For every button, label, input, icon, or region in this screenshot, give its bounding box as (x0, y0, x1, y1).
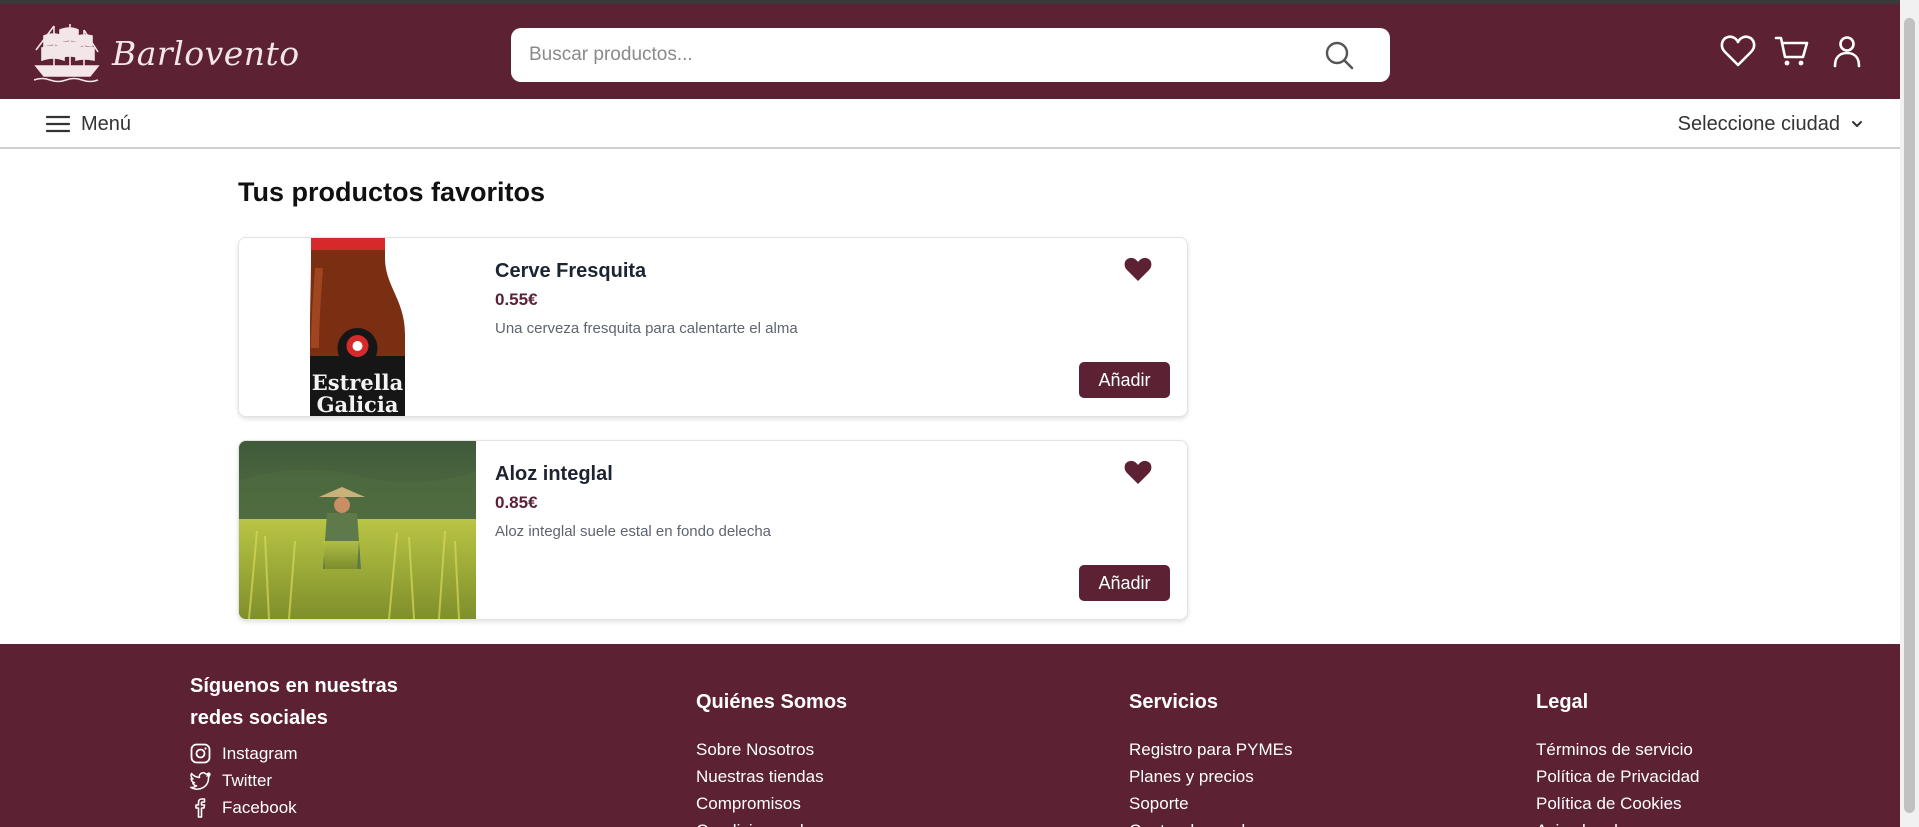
cart-icon[interactable] (1773, 32, 1811, 70)
sub-navigation: Menú Seleccione ciudad (0, 99, 1900, 149)
footer-link-privacy[interactable]: Política de Privacidad (1536, 763, 1699, 790)
footer-link-terms[interactable]: Términos de servicio (1536, 736, 1699, 763)
product-description: Aloz integlal suele estal en fondo delec… (495, 523, 772, 540)
site-header: Barlovento Buscar productos... (0, 4, 1900, 99)
product-name[interactable]: Aloz integlal (495, 463, 613, 486)
logo[interactable]: Barlovento (34, 22, 300, 84)
product-image-rice (239, 441, 476, 619)
twitter-icon (190, 772, 211, 790)
footer-link-cookies[interactable]: Política de Cookies (1536, 790, 1699, 817)
product-price: 0.85€ (495, 493, 538, 512)
user-icon[interactable] (1828, 32, 1866, 70)
city-label: Seleccione ciudad (1677, 112, 1840, 135)
facebook-label: Facebook (222, 798, 297, 817)
product-price: 0.55€ (495, 290, 538, 309)
footer-link-legal-notice[interactable]: Aviso legal (1536, 817, 1699, 827)
heart-icon[interactable] (1719, 32, 1757, 70)
instagram-label: Instagram (222, 744, 298, 763)
site-footer: Síguenos en nuestras redes sociales Inst… (0, 644, 1900, 827)
footer-link-plans[interactable]: Planes y precios (1129, 763, 1292, 790)
footer-about-column: Quiénes Somos Sobre Nosotros Nuestras ti… (696, 686, 847, 827)
page-scrollbar[interactable] (1900, 0, 1919, 827)
scrollbar-thumb[interactable] (1904, 18, 1915, 813)
hamburger-icon (46, 115, 70, 133)
product-image-beer: Estrella Galicia (239, 238, 476, 416)
footer-link-help-center[interactable]: Centro de ayuda (1129, 817, 1292, 827)
footer-social-column: Síguenos en nuestras redes sociales Inst… (190, 670, 398, 821)
beer-label-line2: Galicia (317, 392, 399, 416)
twitter-label: Twitter (222, 771, 273, 790)
ship-logo-icon (34, 24, 100, 83)
chevron-down-icon (1852, 121, 1862, 127)
social-links: Instagram Twitter Facebook (190, 740, 398, 821)
footer-link-about-us[interactable]: Sobre Nosotros (696, 736, 847, 763)
main-content: Tus productos favoritos Estrella Galicia… (0, 149, 1900, 644)
footer-link-support[interactable]: Soporte (1129, 790, 1292, 817)
footer-services-title: Servicios (1129, 691, 1218, 713)
twitter-link[interactable]: Twitter (190, 767, 398, 794)
menu-button[interactable]: Menú (46, 111, 131, 137)
footer-link-commitments[interactable]: Compromisos (696, 790, 847, 817)
product-card: Aloz integlal 0.85€ Aloz integlal suele … (238, 440, 1188, 620)
product-card: Estrella Galicia Cerve Fresquita 0.55€ U… (238, 237, 1188, 417)
add-to-cart-button[interactable]: Añadir (1079, 565, 1170, 601)
footer-link-pyme-registration[interactable]: Registro para PYMEs (1129, 736, 1292, 763)
page-title: Tus productos favoritos (238, 177, 546, 207)
logo-text: Barlovento (112, 33, 300, 73)
instagram-link[interactable]: Instagram (190, 740, 398, 767)
favorite-heart-icon[interactable] (1124, 256, 1152, 282)
menu-label: Menú (81, 112, 132, 135)
footer-legal-links: Términos de servicio Política de Privaci… (1536, 736, 1699, 827)
city-selector[interactable]: Seleccione ciudad (1678, 111, 1864, 137)
footer-legal-title: Legal (1536, 691, 1589, 713)
footer-services-column: Servicios Registro para PYMEs Planes y p… (1129, 686, 1292, 827)
favorite-heart-icon[interactable] (1124, 459, 1152, 485)
footer-services-links: Registro para PYMEs Planes y precios Sop… (1129, 736, 1292, 827)
footer-link-conditions[interactable]: Condiciones de uso (696, 817, 847, 827)
footer-social-title-line1: Síguenos en nuestras (190, 675, 398, 697)
add-to-cart-button[interactable]: Añadir (1079, 362, 1170, 398)
footer-social-title-line2: redes sociales (190, 707, 328, 729)
search-icon[interactable] (1324, 40, 1354, 70)
facebook-icon (195, 798, 206, 818)
product-name[interactable]: Cerve Fresquita (495, 260, 646, 283)
product-description: Una cerveza fresquita para calentarte el… (495, 320, 798, 337)
search-input[interactable]: Buscar productos... (529, 44, 1324, 66)
footer-social-title: Síguenos en nuestras redes sociales (190, 670, 398, 734)
search-bar[interactable]: Buscar productos... (511, 28, 1390, 82)
footer-link-stores[interactable]: Nuestras tiendas (696, 763, 847, 790)
facebook-link[interactable]: Facebook (190, 794, 398, 821)
instagram-icon (190, 743, 211, 764)
footer-legal-column: Legal Términos de servicio Política de P… (1536, 686, 1699, 827)
footer-about-title: Quiénes Somos (696, 691, 848, 713)
footer-about-links: Sobre Nosotros Nuestras tiendas Compromi… (696, 736, 847, 827)
